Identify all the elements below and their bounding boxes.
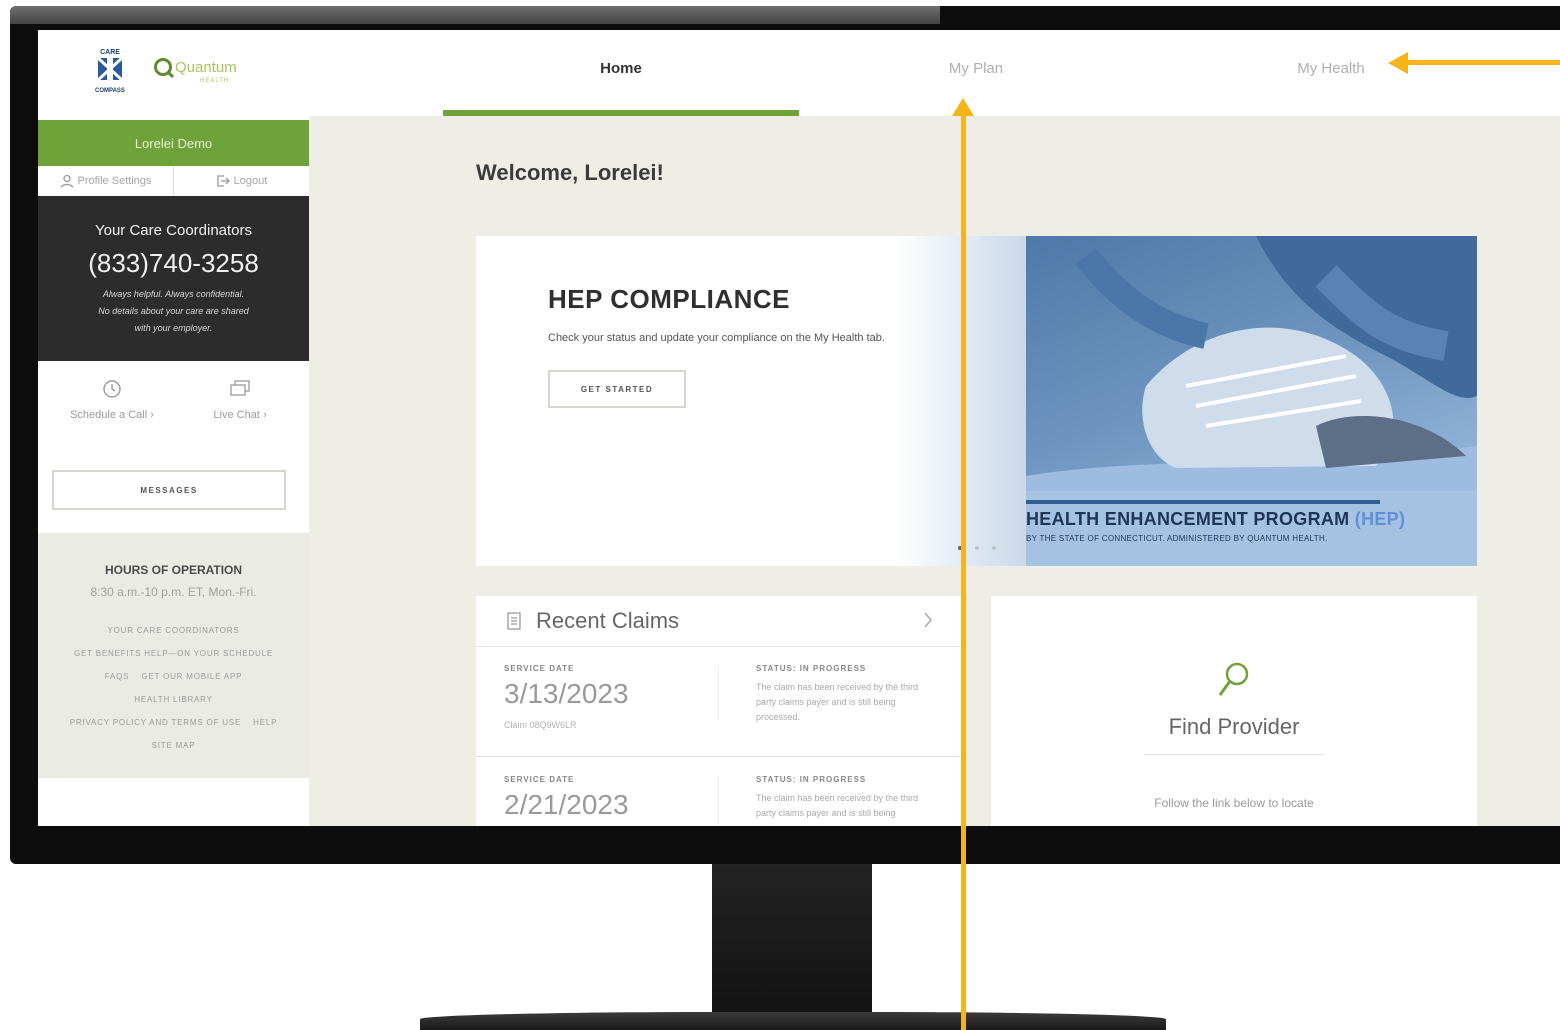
annotation-arrowhead-up [952,98,974,116]
hero-description: Check your status and update your compli… [548,332,885,344]
recent-claims-header[interactable]: Recent Claims [506,608,679,634]
claim-row[interactable]: SERVICE DATE 2/21/2023 STATUS: IN PROGRE… [476,757,962,826]
link-mobile-app[interactable]: GET OUR MOBILE APP [141,672,242,681]
care-coordinators-panel: Your Care Coordinators (833)740-3258 Alw… [38,196,309,361]
sidebar-bottom [38,778,309,826]
link-care-coordinators[interactable]: YOUR CARE COORDINATORS [108,626,240,635]
screen: CARE COMPASS Quantum HEALTH Lorelei Demo [38,30,1560,826]
hero-carousel: HEP COMPLIANCE Check your status and upd… [476,236,1477,566]
monitor-stand-neck [712,864,872,1030]
service-date: 3/13/2023 [504,678,629,709]
service-date-label: SERVICE DATE [504,664,575,673]
quantum-logo[interactable]: Quantum [154,58,237,76]
logout-label: Logout [233,175,268,187]
status-label: STATUS: IN PROGRESS [756,664,867,673]
link-privacy[interactable]: PRIVACY POLICY AND TERMS OF USE [70,718,241,727]
hep-divider [1026,500,1380,504]
claim-id: Claim 08Q9W6LR [504,720,577,730]
monitor-bezel [10,6,940,24]
logout-link[interactable]: Logout [174,166,309,196]
care-compass-logo[interactable]: CARE COMPASS [88,46,132,96]
hep-banner-title: HEALTH ENHANCEMENT PROGRAM (HEP) [1026,509,1405,530]
coordinators-note-line1: Always helpful. Always confidential. [102,289,245,299]
hep-banner-subtitle: BY THE STATE OF CONNECTICUT. ADMINISTERE… [1026,534,1328,543]
hours-panel: HOURS OF OPERATION 8:30 a.m.-10 p.m. ET,… [38,533,309,778]
user-icon [60,174,73,188]
annotation-arrow-vertical [961,112,966,1030]
get-started-button[interactable]: GET STARTED [548,370,686,408]
link-help[interactable]: HELP [253,718,277,727]
quantum-q-icon [154,58,172,76]
messages-button[interactable]: MESSAGES [52,470,286,510]
live-chat-link[interactable]: Live Chat › [180,379,300,421]
divider [1144,754,1324,755]
claim-row[interactable]: SERVICE DATE 3/13/2023 Claim 08Q9W6LR ST… [476,646,962,756]
active-tab-indicator [443,110,799,116]
quantum-name: Quantum [175,58,237,76]
profile-row: Profile Settings Logout [38,166,309,197]
link-site-map[interactable]: SITE MAP [152,741,196,750]
divider [718,666,719,720]
hero-title: HEP COMPLIANCE [548,284,790,314]
carousel-dot[interactable] [992,546,996,550]
carousel-dot[interactable] [975,546,979,550]
coordinators-title: Your Care Coordinators [94,222,253,239]
coordinators-note-line3: with your employer. [134,323,213,333]
user-name: Lorelei Demo [134,135,213,151]
hours-time: 8:30 a.m.-10 p.m. ET, Mon.-Fri. [90,585,257,599]
chevron-right-icon[interactable] [922,610,934,630]
divider [718,777,719,826]
monitor-stand-base [420,1012,1166,1030]
quick-actions: Schedule a Call › Live Chat › MESSAGES [38,361,309,533]
profile-settings-label: Profile Settings [77,175,152,187]
find-provider-description: Follow the link below to locate [1154,796,1314,810]
svg-text:COMPASS: COMPASS [95,88,125,94]
service-date: 2/21/2023 [504,789,629,820]
logout-icon [217,175,230,187]
hep-title-main: HEALTH ENHANCEMENT PROGRAM [1026,509,1350,529]
chevron-right-icon: › [262,409,267,421]
coordinators-note-line2: No details about your care are shared [98,306,249,316]
welcome-heading: Welcome, Lorelei! [476,160,664,185]
status-text: The claim has been received by the third… [756,793,919,818]
tab-home[interactable]: Home [521,60,721,77]
chat-icon [230,380,250,396]
logo-area: CARE COMPASS Quantum HEALTH [38,30,309,120]
hours-title: HOURS OF OPERATION [104,563,243,577]
user-name-bar[interactable]: Lorelei Demo [38,120,309,166]
live-chat-label: Live Chat [213,409,260,421]
annotation-arrowhead-left [1388,52,1408,74]
link-health-library[interactable]: HEALTH LIBRARY [134,695,212,704]
find-provider-card[interactable]: Find Provider Follow the link below to l… [991,596,1477,826]
recent-claims-title: Recent Claims [536,608,680,633]
recent-claims-card: Recent Claims SERVICE DATE 3/13/2023 Cla… [476,596,962,826]
coordinators-note: Always helpful. Always confidential. No … [38,286,309,337]
service-date-label: SERVICE DATE [504,775,575,784]
status-label: STATUS: IN PROGRESS [756,775,867,784]
tab-my-plan[interactable]: My Plan [876,60,1076,77]
search-icon [1218,662,1249,696]
top-nav: Home My Plan My Health [309,30,1560,116]
clock-icon [103,380,121,398]
find-provider-title: Find Provider [1168,714,1300,739]
schedule-call-link[interactable]: Schedule a Call › [52,379,172,421]
quantum-sub: HEALTH [200,78,230,84]
coordinators-phone[interactable]: (833)740-3258 [38,248,309,279]
document-icon [507,612,521,630]
link-faqs[interactable]: FAQS [105,672,130,681]
status-text: The claim has been received by the third… [756,682,919,722]
monitor-frame: CARE COMPASS Quantum HEALTH Lorelei Demo [10,6,1560,864]
annotation-arrow-horizontal [1406,60,1560,65]
hep-title-accent: (HEP) [1354,509,1406,529]
svg-text:CARE: CARE [100,49,120,56]
sidebar: CARE COMPASS Quantum HEALTH Lorelei Demo [38,30,309,826]
link-benefits-help[interactable]: GET BENEFITS HELP—ON YOUR SCHEDULE [74,649,273,658]
schedule-call-label: Schedule a Call [70,409,148,421]
profile-settings-link[interactable]: Profile Settings [38,166,174,196]
footer-links: YOUR CARE COORDINATORS GET BENEFITS HELP… [38,619,309,757]
running-shoe-image [1026,236,1477,491]
chevron-right-icon: › [150,409,154,421]
